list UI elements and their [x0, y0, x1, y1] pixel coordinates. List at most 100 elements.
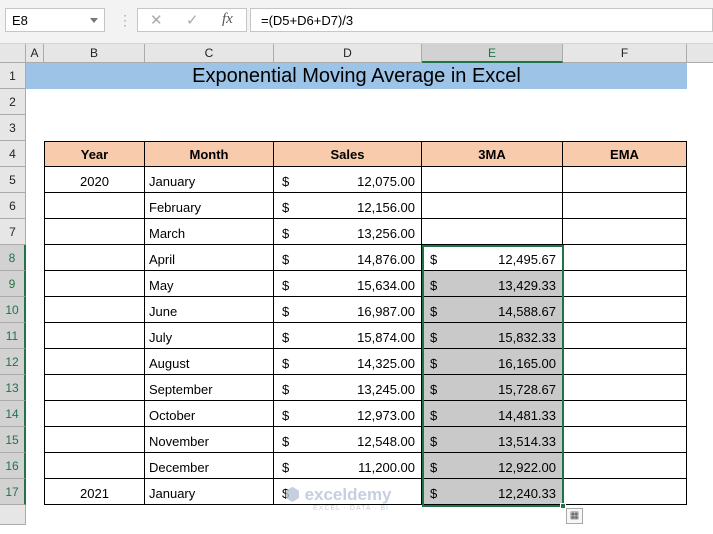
cell-month[interactable]: November: [145, 427, 274, 453]
row-header-4[interactable]: 4: [0, 141, 26, 167]
cell-month[interactable]: January: [145, 167, 274, 193]
row-header-15[interactable]: 15: [0, 427, 26, 453]
cell-ema[interactable]: [563, 271, 687, 297]
column-header-extra[interactable]: [687, 44, 713, 63]
cell-month[interactable]: December: [145, 453, 274, 479]
row-header-1[interactable]: 1: [0, 63, 26, 89]
cell-sales[interactable]: $16,987.00: [274, 297, 422, 323]
cell-year[interactable]: [44, 245, 145, 271]
select-all-button[interactable]: [0, 44, 26, 63]
cell-year[interactable]: [44, 401, 145, 427]
row-header-6[interactable]: 6: [0, 193, 26, 219]
currency-symbol: $: [282, 174, 290, 189]
cell-sales[interactable]: $14,876.00: [274, 245, 422, 271]
insert-function-icon[interactable]: fx: [222, 11, 233, 28]
cell-year[interactable]: 2021: [44, 479, 145, 505]
column-header-F[interactable]: F: [563, 44, 687, 63]
cell-year[interactable]: [44, 323, 145, 349]
cell-month[interactable]: October: [145, 401, 274, 427]
cell-year[interactable]: [44, 375, 145, 401]
cell-year[interactable]: [44, 349, 145, 375]
table-header-ema[interactable]: EMA: [563, 141, 687, 167]
table-header-year[interactable]: Year: [44, 141, 145, 167]
cell-month[interactable]: August: [145, 349, 274, 375]
cell-year[interactable]: [44, 193, 145, 219]
cell-sales[interactable]: $11,200.00: [274, 453, 422, 479]
cell-3ma[interactable]: [422, 219, 563, 245]
row-header-11[interactable]: 11: [0, 323, 26, 349]
cell-ema[interactable]: [563, 167, 687, 193]
row-header-17[interactable]: 17: [0, 479, 26, 505]
cell-3ma[interactable]: [422, 193, 563, 219]
cell-sales[interactable]: $13,245.00: [274, 375, 422, 401]
chevron-down-icon[interactable]: [90, 18, 98, 23]
sales-value: 14,876.00: [357, 252, 415, 267]
cell-year[interactable]: [44, 427, 145, 453]
cell-ema[interactable]: [563, 323, 687, 349]
row-header-5[interactable]: 5: [0, 167, 26, 193]
row-header-13[interactable]: 13: [0, 375, 26, 401]
table-header-3ma[interactable]: 3MA: [422, 141, 563, 167]
cell-ema[interactable]: [563, 245, 687, 271]
column-header-A[interactable]: A: [26, 44, 44, 63]
name-box[interactable]: E8: [5, 8, 105, 32]
cell-3ma[interactable]: [422, 167, 563, 193]
selection-border: [422, 245, 564, 507]
cell-ema[interactable]: [563, 375, 687, 401]
formula-input[interactable]: =(D5+D6+D7)/3: [250, 8, 713, 32]
cell-month[interactable]: February: [145, 193, 274, 219]
cell-sales[interactable]: $15,874.00: [274, 323, 422, 349]
row-header-14[interactable]: 14: [0, 401, 26, 427]
cell-month[interactable]: April: [145, 245, 274, 271]
column-header-B[interactable]: B: [44, 44, 145, 63]
column-header-C[interactable]: C: [145, 44, 274, 63]
cell-month[interactable]: January: [145, 479, 274, 505]
drag-handle-icon[interactable]: ⋮: [118, 12, 132, 29]
cell-ema[interactable]: [563, 193, 687, 219]
cell-year[interactable]: [44, 297, 145, 323]
row-header-18[interactable]: [0, 505, 26, 525]
cell-ema[interactable]: [563, 479, 687, 505]
sales-value: 12,075.00: [357, 174, 415, 189]
row-header-12[interactable]: 12: [0, 349, 26, 375]
cell-month[interactable]: September: [145, 375, 274, 401]
cell-sales[interactable]: $12,548.00: [274, 427, 422, 453]
cell-sales[interactable]: $15,634.00: [274, 271, 422, 297]
formula-buttons: ✕ ✓ fx: [137, 8, 247, 32]
cell-sales[interactable]: $12,973.00: [274, 401, 422, 427]
cell-ema[interactable]: [563, 297, 687, 323]
cell-sales[interactable]: $12,156.00: [274, 193, 422, 219]
cell-month[interactable]: March: [145, 219, 274, 245]
cell-month[interactable]: June: [145, 297, 274, 323]
row-header-2[interactable]: 2: [0, 89, 26, 115]
cell-year[interactable]: [44, 453, 145, 479]
row-header-16[interactable]: 16: [0, 453, 26, 479]
row-header-3[interactable]: 3: [0, 115, 26, 141]
table-header-sales[interactable]: Sales: [274, 141, 422, 167]
cell-ema[interactable]: [563, 453, 687, 479]
cell-year[interactable]: 2020: [44, 167, 145, 193]
quick-analysis-icon[interactable]: ▦: [566, 508, 583, 524]
cell-year[interactable]: [44, 219, 145, 245]
cell-ema[interactable]: [563, 219, 687, 245]
cell-year[interactable]: [44, 271, 145, 297]
cancel-icon[interactable]: ✕: [150, 11, 163, 29]
enter-icon[interactable]: ✓: [186, 11, 199, 29]
cell-ema[interactable]: [563, 401, 687, 427]
row-header-7[interactable]: 7: [0, 219, 26, 245]
cell-sales[interactable]: $13,256.00: [274, 219, 422, 245]
row-header-10[interactable]: 10: [0, 297, 26, 323]
cell-sales[interactable]: $12,075.00: [274, 167, 422, 193]
row-header-8[interactable]: 8: [0, 245, 26, 271]
row-header-9[interactable]: 9: [0, 271, 26, 297]
cell-month[interactable]: May: [145, 271, 274, 297]
column-header-D[interactable]: D: [274, 44, 422, 63]
cell-sales[interactable]: $14,325.00: [274, 349, 422, 375]
name-box-value: E8: [12, 13, 28, 28]
table-header-month[interactable]: Month: [145, 141, 274, 167]
column-header-E[interactable]: E: [422, 44, 563, 63]
cell-ema[interactable]: [563, 349, 687, 375]
cell-month[interactable]: July: [145, 323, 274, 349]
cell-ema[interactable]: [563, 427, 687, 453]
currency-symbol: $: [282, 278, 290, 293]
